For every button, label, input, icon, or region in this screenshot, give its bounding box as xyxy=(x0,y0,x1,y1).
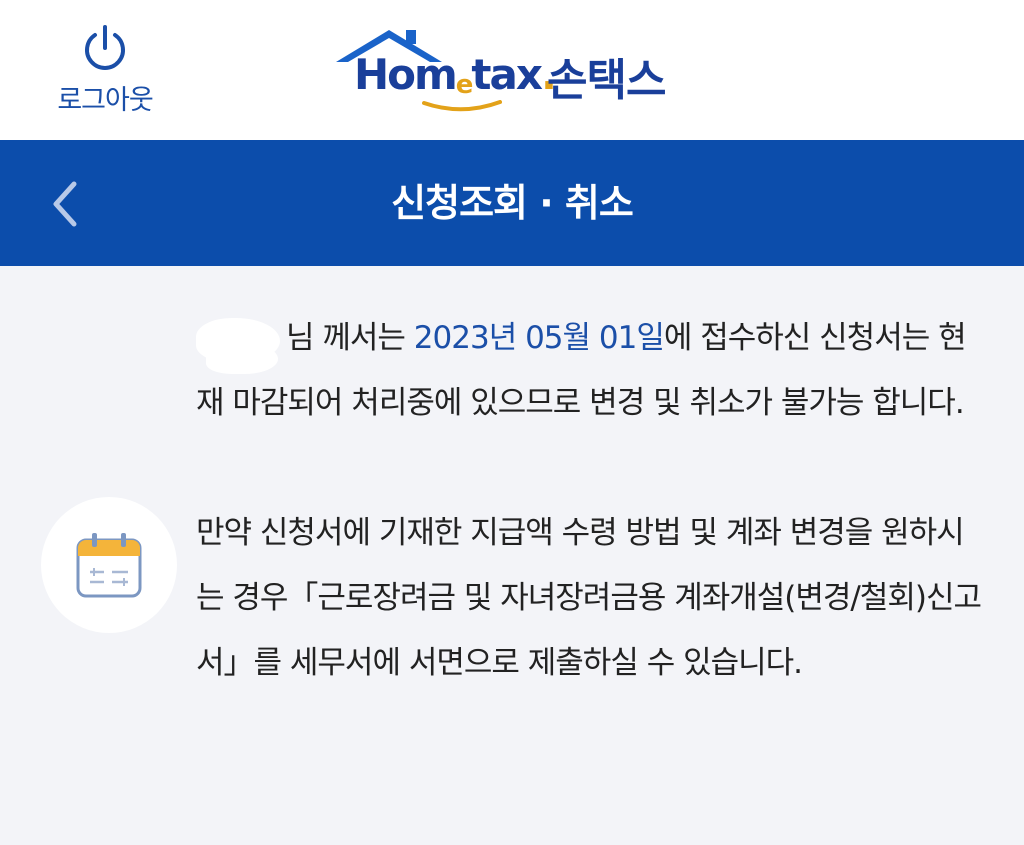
logo-text-en: Hometax. xyxy=(354,50,557,100)
top-header: 로그아웃 Hometax. 손택스 xyxy=(0,0,1024,140)
logo-text-ko: 손택스 xyxy=(547,55,666,106)
back-button[interactable] xyxy=(40,176,94,232)
power-icon xyxy=(85,25,125,70)
notice-paragraph-1: 님 께서는 2023년 05월 01일에 접수하신 신청서는 현재 마감되어 처… xyxy=(196,306,986,436)
notice-paragraph-2: 만약 신청서에 기재한 지급액 수령 방법 및 계좌 변경을 원하시는 경우「근… xyxy=(196,515,982,681)
logout-label: 로그아웃 xyxy=(57,85,153,116)
title-bar: 신청조회 · 취소 xyxy=(0,140,1024,266)
redacted-name xyxy=(196,317,280,362)
notice-message: 님 께서는 2023년 05월 01일에 접수하신 신청서는 현재 마감되어 처… xyxy=(196,306,986,696)
chevron-left-icon xyxy=(53,181,77,227)
calendar-badge xyxy=(41,497,177,633)
calendar-icon xyxy=(76,533,142,598)
content-area: 님 께서는 2023년 05월 01일에 접수하신 신청서는 현재 마감되어 처… xyxy=(0,266,1024,845)
logout-button[interactable]: 로그아웃 xyxy=(50,20,160,120)
submission-date: 2023년 05월 01일 xyxy=(413,320,665,356)
smile-swoosh-icon xyxy=(422,100,502,112)
page-title: 신청조회 · 취소 xyxy=(391,181,634,225)
hometax-logo[interactable]: Hometax. 손택스 xyxy=(334,26,694,116)
